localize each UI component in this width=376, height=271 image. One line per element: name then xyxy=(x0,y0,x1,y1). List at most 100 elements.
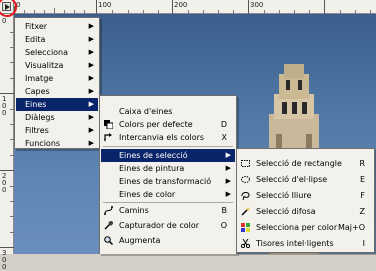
submenu-arrow-icon: ▶ xyxy=(88,139,94,147)
menu-item-label: Imatge xyxy=(25,74,54,83)
menu-item-label: Eines de color xyxy=(119,190,176,199)
menu-item-colors-per-defecte[interactable]: Colors per defecte D xyxy=(101,118,235,131)
menu-shortcut: O xyxy=(220,221,227,230)
menu-shortcut: I xyxy=(362,239,365,248)
selection-tools-submenu: Selecció de rectangle R Selecció d'el·li… xyxy=(236,148,375,253)
submenu-arrow-icon: ▶ xyxy=(225,164,231,172)
submenu-arrow-icon: ▶ xyxy=(88,126,94,134)
menu-item-funcions[interactable]: Funcions ▶ xyxy=(16,137,98,150)
menu-item-edita[interactable]: Edita ▶ xyxy=(16,33,98,46)
ruler-label: 100 xyxy=(98,1,112,9)
menu-item-eines-de-seleccio[interactable]: Eines de selecció ▶ xyxy=(101,149,235,162)
menu-item-intercanvia-colors[interactable]: Intercanvia els colors X xyxy=(101,131,235,144)
submenu-arrow-icon: ▶ xyxy=(88,48,94,56)
ruler-label: 200 xyxy=(2,172,7,194)
menu-item-free-select[interactable]: Selecció lliure F xyxy=(238,189,373,202)
menu-item-label: Diàlegs xyxy=(25,113,55,122)
menu-item-selecciona[interactable]: Selecciona ▶ xyxy=(16,46,98,59)
submenu-arrow-icon: ▶ xyxy=(88,61,94,69)
menu-shortcut: B xyxy=(221,206,228,215)
menu-item-rect-select[interactable]: Selecció de rectangle R xyxy=(238,157,373,170)
menu-item-capes[interactable]: Capes ▶ xyxy=(16,85,98,98)
rect-select-icon xyxy=(241,160,250,167)
ruler-corner xyxy=(0,0,17,17)
horizontal-ruler[interactable]: 0 100 200 300 xyxy=(14,0,376,14)
menu-item-label: Capes xyxy=(25,87,50,96)
menu-item-fitxer[interactable]: Fitxer ▶ xyxy=(16,20,98,33)
menu-item-capturador-de-color[interactable]: Capturador de color O xyxy=(101,219,235,232)
menu-item-label: Edita xyxy=(25,35,46,44)
swap-colors-icon xyxy=(104,133,112,142)
menu-item-visualitza[interactable]: Visualitza ▶ xyxy=(16,59,98,72)
menu-item-label: Camins xyxy=(119,206,149,215)
submenu-arrow-icon: ▶ xyxy=(88,113,94,121)
vertical-ruler[interactable]: 0 100 200 300 xyxy=(0,14,14,271)
menu-item-label: Eines de pintura xyxy=(119,164,185,173)
menu-item-label: Capturador de color xyxy=(119,221,200,230)
image-menu: Fitxer ▶ Edita ▶ Selecciona ▶ Visualitza… xyxy=(14,17,100,149)
color-picker-icon xyxy=(104,221,113,230)
menu-item-label: Visualitza xyxy=(25,61,64,70)
menu-item-eines-de-pintura[interactable]: Eines de pintura ▶ xyxy=(101,162,235,175)
submenu-arrow-icon: ▶ xyxy=(88,87,94,95)
menu-item-select-by-color[interactable]: Selecciona per color Maj+O xyxy=(238,221,373,234)
ellipse-select-icon xyxy=(241,176,250,183)
ruler-label: 100 xyxy=(2,95,7,117)
submenu-arrow-icon: ▶ xyxy=(88,35,94,43)
menu-separator xyxy=(103,202,233,203)
menu-item-label: Filtres xyxy=(25,126,49,135)
lasso-icon xyxy=(241,192,250,200)
menu-item-label: Eines de selecció xyxy=(119,151,188,160)
menu-item-label: Selecciona xyxy=(25,48,69,57)
menu-item-label: Selecció difosa xyxy=(256,207,316,216)
submenu-arrow-icon: ▶ xyxy=(225,177,231,185)
ruler-label: 200 xyxy=(174,1,188,9)
default-colors-icon xyxy=(104,120,113,129)
menu-item-caixa-deines[interactable]: Caixa d'eines xyxy=(101,105,235,118)
menu-shortcut: X xyxy=(221,133,227,142)
menu-shortcut: R xyxy=(359,159,365,168)
menu-item-label: Selecció lliure xyxy=(256,191,312,200)
menu-item-eines-de-transformacio[interactable]: Eines de transformació ▶ xyxy=(101,175,235,188)
eines-submenu: Caixa d'eines Colors per defecte D Inter… xyxy=(99,95,237,254)
submenu-arrow-icon: ▶ xyxy=(225,190,231,198)
menu-item-camins[interactable]: Camins B xyxy=(101,204,235,217)
menu-shortcut: F xyxy=(360,191,365,200)
ruler-label: 300 xyxy=(2,249,7,271)
menu-item-label: Intercanvia els colors xyxy=(119,133,205,142)
menu-separator xyxy=(103,146,233,147)
menu-item-filtres[interactable]: Filtres ▶ xyxy=(16,124,98,137)
zoom-icon xyxy=(104,236,113,245)
menu-item-label: Eines de transformació xyxy=(119,177,212,186)
select-by-color-icon xyxy=(241,223,250,232)
menu-item-label: Selecciona per color xyxy=(256,223,338,232)
submenu-arrow-icon: ▶ xyxy=(88,74,94,82)
menu-item-dialegs[interactable]: Diàlegs ▶ xyxy=(16,111,98,124)
menu-item-augmenta[interactable]: Augmenta xyxy=(101,234,235,247)
menu-item-eines[interactable]: Eines ▶ xyxy=(16,98,98,111)
menu-item-ellipse-select[interactable]: Selecció d'el·lipse E xyxy=(238,173,373,186)
submenu-arrow-icon: ▶ xyxy=(88,22,94,30)
menu-item-imatge[interactable]: Imatge ▶ xyxy=(16,72,98,85)
menu-item-label: Eines xyxy=(25,100,47,109)
scissors-icon xyxy=(241,239,250,248)
ruler-label: 300 xyxy=(250,1,264,9)
paths-icon xyxy=(104,206,113,215)
menu-item-fuzzy-select[interactable]: Selecció difosa Z xyxy=(238,205,373,218)
submenu-arrow-icon: ▶ xyxy=(88,100,94,108)
menu-item-eines-de-color[interactable]: Eines de color ▶ xyxy=(101,188,235,201)
menu-item-intelligent-scissors[interactable]: Tisores intel·ligents I xyxy=(238,237,373,250)
menu-item-label: Funcions xyxy=(25,139,61,148)
menu-shortcut: E xyxy=(359,175,365,184)
fuzzy-select-icon xyxy=(241,207,250,216)
menu-shortcut: Maj+O xyxy=(337,223,365,232)
ruler-label: 0 xyxy=(2,17,7,25)
menu-item-label: Caixa d'eines xyxy=(119,107,173,116)
menu-item-label: Tisores intel·ligents xyxy=(256,239,334,248)
menu-item-label: Fitxer xyxy=(25,22,48,31)
menu-item-label: Selecció d'el·lipse xyxy=(256,175,328,184)
menu-item-label: Augmenta xyxy=(119,236,161,245)
menu-item-label: Colors per defecte xyxy=(119,120,193,129)
menu-shortcut: Z xyxy=(359,207,365,216)
menu-shortcut: D xyxy=(220,120,227,129)
